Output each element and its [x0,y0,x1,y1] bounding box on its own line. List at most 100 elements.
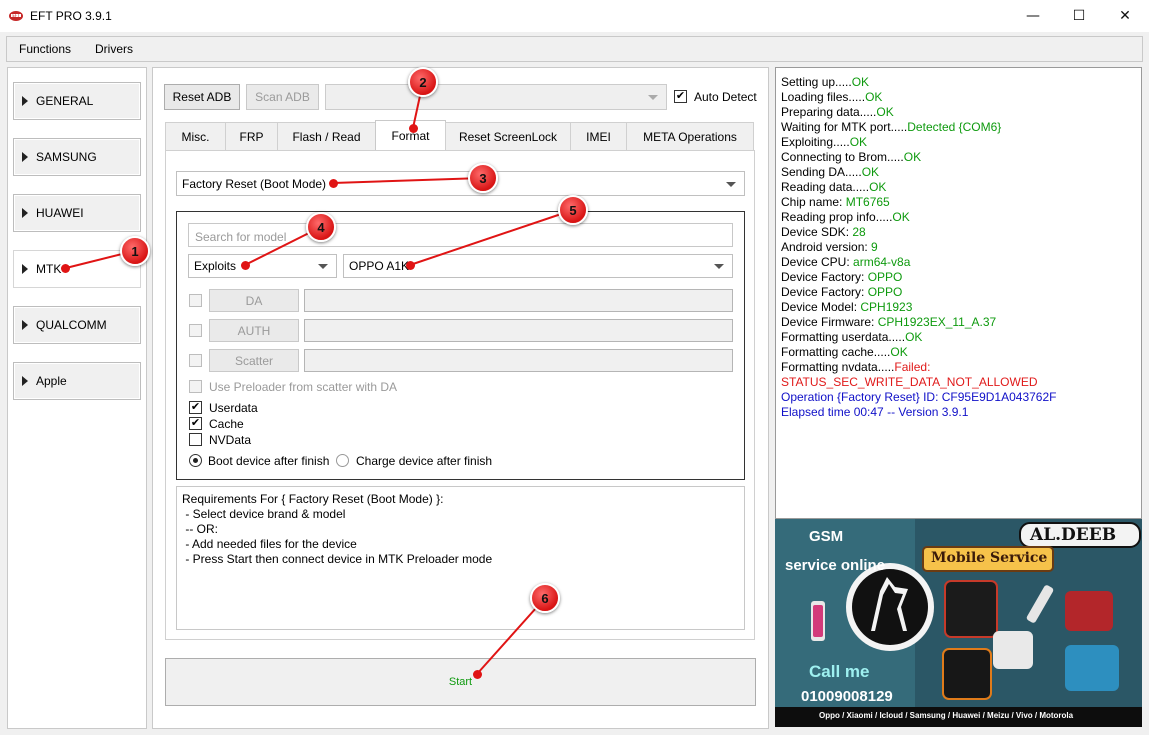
operation-value: Factory Reset (Boot Mode) [182,176,327,191]
expand-arrow-icon [22,376,28,386]
sidebar-item-samsung[interactable]: SAMSUNG [13,138,141,176]
nvdata-checkbox[interactable] [189,433,202,446]
da-button[interactable]: DA [209,289,299,312]
expand-arrow-icon [22,152,28,162]
ad-service-online-text: service online [785,557,886,574]
log-line: Device CPU: arm64-v8a [781,255,910,269]
scatter-button[interactable]: Scatter [209,349,299,372]
log-line: Preparing data.....OK [781,105,894,119]
start-button-label: Start [448,676,473,688]
log-line: Android version: 9 [781,240,878,254]
tab-flash-read[interactable]: Flash / Read [277,122,376,150]
tab-reset-screenlock[interactable]: Reset ScreenLock [445,122,571,150]
tab-misc[interactable]: Misc. [165,122,226,150]
da-checkbox[interactable] [189,294,202,307]
close-button[interactable]: ✕ [1102,0,1148,32]
requirements-line: - Add needed files for the device [182,537,357,551]
chevron-down-icon [714,264,724,269]
log-status: OK [890,345,908,359]
scatter-checkbox[interactable] [189,354,202,367]
device-options-group [176,211,745,480]
operation-select[interactable]: Factory Reset (Boot Mode) [176,171,745,196]
log-message: Device CPU: [781,255,854,269]
minimize-button[interactable]: — [1010,0,1056,32]
reset-adb-button[interactable]: Reset ADB [164,84,240,110]
log-line: Formatting userdata.....OK [781,330,922,344]
start-button[interactable]: Start [165,658,756,706]
boot-after-finish-radio[interactable] [189,454,202,467]
radio-selected-dot [193,458,198,463]
charge-after-finish-label: Charge device after finish [356,454,493,468]
log-status: OK [903,150,922,164]
cache-label: Cache [209,417,244,431]
tab-imei[interactable]: IMEI [570,122,627,150]
log-status: OK [876,105,894,119]
sidebar-item-apple[interactable]: Apple [13,362,141,400]
annotation-marker-2: 2 [408,67,438,97]
auto-detect-checkbox[interactable]: ✔ [674,90,687,103]
ad-gsm-text: GSM [809,528,844,545]
menu-bar: Functions Drivers [6,36,1143,62]
log-line: Device Model: CPH1923 [781,300,912,314]
charge-after-finish-radio[interactable] [336,454,349,467]
log-message: Formatting userdata..... [781,330,906,344]
log-message: Reading data..... [781,180,870,194]
log-status: OK [861,165,880,179]
log-status: CPH1923EX_11_A.37 [877,315,997,329]
log-line: Sending DA.....OK [781,165,879,179]
checkmark-icon: ✔ [675,90,686,102]
userdata-label: Userdata [209,401,258,415]
auth-button[interactable]: AUTH [209,319,299,342]
model-select[interactable]: OPPO A1K [343,254,733,278]
requirements-line: -- OR: [182,522,218,536]
sidebar-item-qualcomm[interactable]: QUALCOMM [13,306,141,344]
da-path-field[interactable] [304,289,733,312]
expand-arrow-icon [22,264,28,274]
sidebar-item-label: MTK [36,262,62,276]
annotation-marker-1: 1 [120,236,150,266]
requirements-box: Requirements For { Factory Reset (Boot M… [176,486,745,630]
menu-drivers[interactable]: Drivers [95,42,133,56]
model-search-input[interactable]: Search for model [188,223,733,247]
log-line: Operation {Factory Reset} ID: CF95E9D1A0… [781,390,1056,404]
tab-frp[interactable]: FRP [225,122,278,150]
log-message: Device Factory: [781,270,868,284]
ad-brands-text: Oppo / Xiaomi / Icloud / Samsung / Huawe… [819,711,1074,720]
annotation-marker-3: 3 [468,163,498,193]
chevron-down-icon [726,181,736,187]
log-line: Chip name: MT6765 [781,195,890,209]
nvdata-label: NVData [209,433,252,447]
log-line: Device Firmware: CPH1923EX_11_A.37 [781,315,996,329]
requirements-line: - Select device brand & model [182,507,346,521]
annotation-marker-4: 4 [306,212,336,242]
log-status: OK [865,90,883,104]
marker-5-pointer [406,261,415,270]
log-line: Exploiting.....OK [781,135,867,149]
model-value: OPPO A1K [349,259,410,273]
auth-path-field[interactable] [304,319,733,342]
use-preloader-checkbox[interactable] [189,380,202,393]
menu-functions[interactable]: Functions [19,42,71,56]
sidebar-item-huawei[interactable]: HUAWEI [13,194,141,232]
use-preloader-label: Use Preloader from scatter with DA [209,380,398,394]
requirements-line: - Press Start then connect device in MTK… [182,552,493,566]
adb-port-select[interactable] [325,84,667,110]
auth-checkbox[interactable] [189,324,202,337]
brand-select[interactable]: Exploits [188,254,337,278]
log-line: Device Factory: OPPO [781,285,902,299]
sidebar-item-label: HUAWEI [36,206,84,220]
log-message: Setting up..... [781,75,852,89]
cache-checkbox[interactable]: ✔ [189,417,202,430]
log-line: Setting up.....OK [781,75,869,89]
marker-3-pointer [329,179,338,188]
scatter-path-field[interactable] [304,349,733,372]
log-line: Reading data.....OK [781,180,886,194]
maximize-button[interactable]: ☐ [1056,0,1102,32]
expand-arrow-icon [22,320,28,330]
annotation-marker-6: 6 [530,583,560,613]
tab-meta-operations[interactable]: META Operations [626,122,754,150]
sidebar-item-general[interactable]: GENERAL [13,82,141,120]
userdata-checkbox[interactable]: ✔ [189,401,202,414]
log-line: Elapsed time 00:47 -- Version 3.9.1 [781,405,968,419]
scan-adb-button[interactable]: Scan ADB [246,84,319,110]
